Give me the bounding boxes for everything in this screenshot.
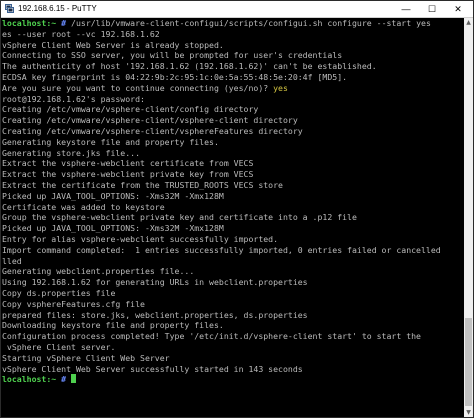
terminal-line: Creating /etc/vmware/vsphere-client/vsph… xyxy=(2,115,464,126)
terminal-line: Extract the certificate from the TRUSTED… xyxy=(2,180,464,191)
terminal-text: /usr/lib/vmware-client-configui/scripts/… xyxy=(71,18,431,28)
terminal-text: Configuration process completed! Type '/… xyxy=(2,331,421,342)
scroll-down-arrow-icon[interactable]: ▼ xyxy=(464,408,473,417)
terminal-cursor xyxy=(71,374,77,384)
terminal-text: Extract the vsphere-webclient private ke… xyxy=(2,169,254,180)
terminal-text: Extract the vsphere-webclient certificat… xyxy=(2,158,254,169)
terminal-line: Creating /etc/vmware/vsphere-client/conf… xyxy=(2,104,464,115)
terminal-line: lled xyxy=(2,256,464,267)
terminal-line: es --user root --vc 192.168.1.62 xyxy=(2,29,464,40)
prompt-sign: # xyxy=(56,374,72,385)
terminal-text: Generating webclient.properties file... xyxy=(2,266,195,277)
terminal-text: Generating keystore file and property fi… xyxy=(2,136,219,147)
minimize-button[interactable]: — xyxy=(393,1,419,17)
putty-window: 192.168.6.15 - PuTTY — ☐ ✕ localhost:~ #… xyxy=(0,0,474,418)
terminal-line: Connecting to SSO server, you will be pr… xyxy=(2,50,464,61)
terminal-text: Copy vsphereFeatures.cfg file xyxy=(2,298,145,309)
terminal-text: Extract the certificate from the TRUSTED… xyxy=(2,179,283,190)
terminal-line: vSphere Client Web Server successfully s… xyxy=(2,364,464,375)
terminal-line: Copy vsphereFeatures.cfg file xyxy=(2,299,464,310)
terminal-line: prepared files: store.jks, webclient.pro… xyxy=(2,310,464,321)
terminal-line: Generating store.jks file... xyxy=(2,148,464,159)
terminal-line: Import command completed: 1 entries succ… xyxy=(2,245,464,256)
terminal-text: Generating store.jks file... xyxy=(2,147,141,158)
terminal-text: Connecting to SSO server, you will be pr… xyxy=(2,50,343,61)
terminal-text: Picked up JAVA_TOOL_OPTIONS: -Xms32M -Xm… xyxy=(2,190,224,201)
terminal-text: Creating /etc/vmware/vsphere-client/vsph… xyxy=(2,125,303,136)
terminal-text: Certificate was added to keystore xyxy=(2,201,165,212)
terminal-text: ECDSA key fingerprint is 04:22:9b:2c:95:… xyxy=(2,71,348,82)
terminal-line: Picked up JAVA_TOOL_OPTIONS: -Xms32M -Xm… xyxy=(2,223,464,234)
terminal-text: Creating /etc/vmware/vsphere-client/conf… xyxy=(2,104,259,115)
terminal-line: Using 192.168.1.62 for generating URLs i… xyxy=(2,277,464,288)
terminal-line: Configuration process completed! Type '/… xyxy=(2,331,464,342)
terminal-line: ECDSA key fingerprint is 04:22:9b:2c:95:… xyxy=(2,72,464,83)
terminal-line: Creating /etc/vmware/vsphere-client/vsph… xyxy=(2,126,464,137)
title-bar[interactable]: 192.168.6.15 - PuTTY — ☐ ✕ xyxy=(1,1,473,18)
close-button[interactable]: ✕ xyxy=(445,1,471,17)
terminal-text: vSphere Client Web Server is already sto… xyxy=(2,39,224,50)
terminal-text: Copy ds.properties file xyxy=(2,287,116,298)
terminal-line: vSphere Client Web Server is already sto… xyxy=(2,40,464,51)
prompt-host: localhost:~ xyxy=(2,374,57,385)
terminal-line: The authenticity of host '192.168.1.62 (… xyxy=(2,61,464,72)
terminal-text: lled xyxy=(2,255,22,266)
terminal-line: Starting vSphere Client Web Server xyxy=(2,353,464,364)
terminal-text: yes xyxy=(273,82,288,93)
terminal-text: Entry for alias vsphere-webclient succes… xyxy=(2,233,279,244)
terminal-line: Certificate was added to keystore xyxy=(2,202,464,213)
terminal-line: Entry for alias vsphere-webclient succes… xyxy=(2,234,464,245)
terminal-line: Downloading keystore file and property f… xyxy=(2,320,464,331)
terminal-line: Copy ds.properties file xyxy=(2,288,464,299)
terminal-output[interactable]: localhost:~ # /usr/lib/vmware-client-con… xyxy=(2,18,464,417)
scroll-up-arrow-icon[interactable]: ▲ xyxy=(464,18,473,27)
terminal-line: localhost:~ # xyxy=(2,374,464,385)
terminal-line: Extract the vsphere-webclient private ke… xyxy=(2,169,464,180)
prompt-host: localhost:~ xyxy=(2,18,57,28)
putty-app-icon[interactable] xyxy=(5,4,14,13)
terminal-line: root@192.168.1.62's password: xyxy=(2,94,464,105)
terminal-line: Extract the vsphere-webclient certificat… xyxy=(2,158,464,169)
terminal-line: Generating keystore file and property fi… xyxy=(2,137,464,148)
terminal-text: prepared files: store.jks, webclient.pro… xyxy=(2,309,308,320)
terminal-text: Picked up JAVA_TOOL_OPTIONS: -Xms32M -Xm… xyxy=(2,223,224,234)
terminal-text: Downloading keystore file and property f… xyxy=(2,320,224,331)
terminal-text: vSphere Client Web Server successfully s… xyxy=(2,363,303,374)
terminal-text: Import command completed: 1 entries succ… xyxy=(2,244,441,255)
terminal-text: root@192.168.1.62's password: xyxy=(2,93,145,104)
terminal-text: Are you sure you want to continue connec… xyxy=(2,82,274,93)
window-title: 192.168.6.15 - PuTTY xyxy=(18,4,97,13)
terminal-text: The authenticity of host '192.168.1.62 (… xyxy=(2,61,377,72)
terminal-text: Using 192.168.1.62 for generating URLs i… xyxy=(2,277,308,288)
scrollbar-thumb[interactable] xyxy=(465,318,472,406)
maximize-button[interactable]: ☐ xyxy=(419,1,445,17)
terminal-line: Generating webclient.properties file... xyxy=(2,266,464,277)
terminal-text: Creating /etc/vmware/vsphere-client/vsph… xyxy=(2,115,298,126)
terminal-text: Starting vSphere Client Web Server xyxy=(2,352,170,363)
terminal-line: Group the vsphere-webclient private key … xyxy=(2,212,464,223)
terminal-text: es --user root --vc 192.168.1.62 xyxy=(2,28,160,39)
terminal-text: vSphere Client server. xyxy=(2,341,116,352)
vertical-scrollbar[interactable]: ▲ ▼ xyxy=(464,18,473,417)
prompt-sign: # xyxy=(56,18,72,28)
terminal-line: Picked up JAVA_TOOL_OPTIONS: -Xms32M -Xm… xyxy=(2,191,464,202)
terminal-text: Group the vsphere-webclient private key … xyxy=(2,212,357,223)
terminal-line: Are you sure you want to continue connec… xyxy=(2,83,464,94)
terminal-line: vSphere Client server. xyxy=(2,342,464,353)
terminal-line: localhost:~ # /usr/lib/vmware-client-con… xyxy=(2,18,464,29)
